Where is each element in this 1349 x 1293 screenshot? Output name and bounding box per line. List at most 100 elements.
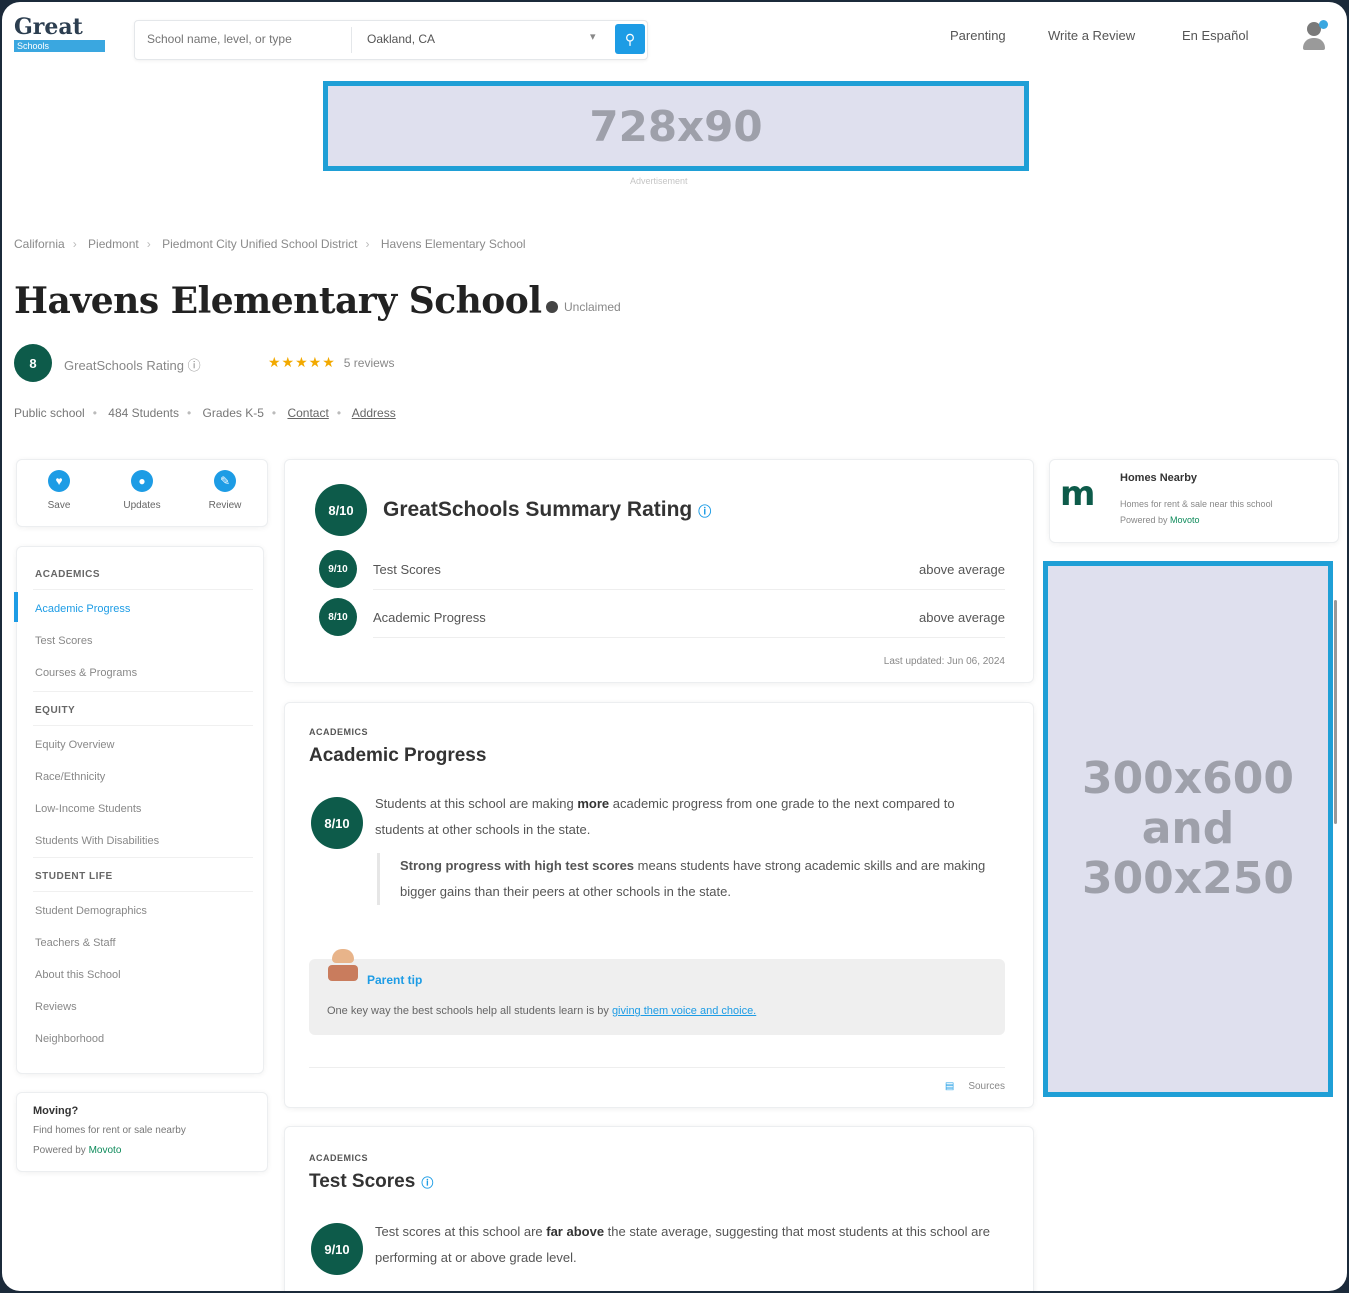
academic-progress-card: ACADEMICS Academic Progress 8/10 Student…	[284, 702, 1034, 1108]
logo-text: Great	[14, 14, 83, 40]
info-icon[interactable]: ⓘ	[421, 1176, 433, 1190]
parent-tip-label: Parent tip	[367, 973, 423, 987]
updates-button[interactable]: ● Updates	[112, 470, 172, 511]
save-button[interactable]: ♥ Save	[29, 470, 89, 511]
ad-banner-side[interactable]: 300x600 and 300x250	[1043, 561, 1333, 1097]
academic-description: Students at this school are making more …	[375, 796, 955, 837]
movoto-logo-icon: m	[1060, 474, 1095, 514]
fact-students: 484 Students	[108, 406, 179, 420]
heart-icon: ♥	[48, 470, 70, 492]
page-title: Havens Elementary School	[14, 280, 542, 322]
search-icon: ⚲	[624, 30, 636, 47]
star-rating[interactable]: ★★★★★ 5 reviews	[268, 354, 394, 371]
quick-actions-card: ♥ Save ● Updates ✎ Review	[16, 459, 268, 527]
test-scores-card: ACADEMICS Test Scores ⓘ 9/10 Test scores …	[284, 1126, 1034, 1291]
claim-status[interactable]: Unclaimed	[546, 300, 621, 314]
section-caption: ACADEMICS	[309, 1153, 369, 1163]
review-button[interactable]: ✎ Review	[195, 470, 255, 511]
moving-title: Moving?	[33, 1105, 79, 1117]
summary-row-label: Academic Progress	[373, 610, 486, 625]
academic-progress-badge: 8/10	[319, 598, 357, 636]
address-link[interactable]: Address	[352, 406, 396, 420]
ad-caption: Advertisement	[630, 176, 688, 186]
fact-grades: Grades K-5	[202, 406, 264, 420]
fact-type: Public school	[14, 406, 85, 420]
homes-nearby-card[interactable]: m Homes Nearby Homes for rent & sale nea…	[1049, 459, 1339, 543]
moving-card[interactable]: Moving? Find homes for rent or sale near…	[16, 1092, 268, 1172]
toc-item-low-income[interactable]: Low-Income Students	[35, 803, 141, 815]
breadcrumb: California › Piedmont › Piedmont City Unif…	[14, 237, 526, 251]
summary-row-test-scores[interactable]: 9/10 Test Scores above average	[315, 550, 1005, 590]
info-icon[interactable]: ⓘ	[698, 504, 711, 519]
toc-item-equity-overview[interactable]: Equity Overview	[35, 739, 114, 751]
contact-link[interactable]: Contact	[287, 406, 328, 420]
summary-title: GreatSchools Summary Rating ⓘ	[383, 498, 712, 521]
table-of-contents: ACADEMICS Academic Progress Test Scores …	[16, 546, 264, 1074]
test-scores-description: Test scores at this school are far above…	[375, 1224, 990, 1265]
toc-item-courses[interactable]: Courses & Programs	[35, 667, 137, 679]
toc-item-disabilities[interactable]: Students With Disabilities	[35, 835, 159, 847]
search-button[interactable]: ⚲	[615, 24, 645, 54]
toc-item-race[interactable]: Race/Ethnicity	[35, 771, 105, 783]
review-count: 5 reviews	[343, 356, 395, 370]
homes-nearby-title: Homes Nearby	[1120, 472, 1198, 484]
parent-tip-link[interactable]: giving them voice and choice.	[612, 1005, 756, 1017]
logo-subtext: Schools	[14, 40, 105, 52]
pencil-icon: ✎	[214, 470, 236, 492]
academic-badge: 8/10	[311, 797, 363, 849]
summary-row-value: above average	[918, 562, 1005, 577]
location-input[interactable]	[365, 31, 589, 47]
school-facts: Public school • 484 Students • Grades K-5 •…	[14, 406, 396, 420]
parent-tip: Parent tip One key way the best schools …	[309, 959, 1005, 1035]
rating-badge: 8	[14, 344, 52, 382]
test-scores-badge: 9/10	[319, 550, 357, 588]
test-scores-badge: 9/10	[311, 1223, 363, 1275]
ad-banner-top[interactable]: 728x90	[323, 81, 1029, 171]
movoto-link[interactable]: Movoto	[1170, 515, 1200, 525]
summary-rating-badge: 8/10	[315, 484, 367, 536]
parent-tip-text: One key way the best schools help all st…	[327, 1005, 757, 1017]
search-divider	[351, 27, 352, 53]
section-caption: ACADEMICS	[309, 727, 369, 737]
toc-item-test-scores[interactable]: Test Scores	[35, 635, 92, 647]
toc-item-demographics[interactable]: Student Demographics	[35, 905, 147, 917]
toc-head-equity: EQUITY	[35, 705, 76, 716]
breadcrumb-district[interactable]: Piedmont City Unified School District	[162, 237, 357, 251]
toc-item-about[interactable]: About this School	[35, 969, 121, 981]
sources-button[interactable]: ▤ Sources	[945, 1081, 1005, 1092]
greatschools-logo[interactable]: Great Schools	[14, 16, 106, 56]
user-avatar-icon[interactable]	[1300, 18, 1328, 52]
summary-row-value: above average	[918, 610, 1005, 625]
nav-espanol[interactable]: En Español	[1182, 28, 1249, 43]
document-icon: ▤	[944, 1081, 955, 1092]
chevron-down-icon[interactable]: ▾	[590, 30, 596, 43]
summary-row-academic-progress[interactable]: 8/10 Academic Progress above average	[315, 598, 1005, 638]
breadcrumb-school: Havens Elementary School	[380, 237, 526, 251]
breadcrumb-state[interactable]: California	[14, 237, 65, 251]
summary-rating-card: 8/10 GreatSchools Summary Rating ⓘ 9/10 T…	[284, 459, 1034, 683]
toc-item-academic-progress[interactable]: Academic Progress	[35, 603, 130, 615]
toc-active-indicator	[14, 592, 18, 622]
school-search-input[interactable]	[145, 31, 339, 47]
toc-item-neighborhood[interactable]: Neighborhood	[35, 1033, 104, 1045]
search-box: ▾ ⚲	[134, 20, 648, 60]
toc-item-reviews[interactable]: Reviews	[35, 1001, 77, 1013]
section-title: Academic Progress	[309, 745, 487, 766]
nav-write-review[interactable]: Write a Review	[1048, 28, 1135, 43]
breadcrumb-city[interactable]: Piedmont	[88, 237, 139, 251]
toc-item-teachers[interactable]: Teachers & Staff	[35, 937, 116, 949]
page-frame: Great Schools ▾ ⚲ Parenting Write a Revi…	[2, 2, 1347, 1291]
toc-head-academics: ACADEMICS	[35, 569, 101, 580]
parent-tip-icon	[325, 949, 361, 983]
moving-text: Find homes for rent or sale nearby	[33, 1125, 186, 1136]
section-title: Test Scores ⓘ	[309, 1171, 434, 1192]
nav-parenting[interactable]: Parenting	[950, 28, 1006, 43]
toc-head-student-life: STUDENT LIFE	[35, 871, 113, 882]
rating-label[interactable]: GreatSchools Rating ⓘ	[64, 355, 201, 374]
bell-icon: ●	[131, 470, 153, 492]
academic-quote: Strong progress with high test scores me…	[377, 853, 1020, 905]
lock-icon	[546, 301, 558, 313]
last-updated: Last updated: Jun 06, 2024	[883, 656, 1005, 667]
scrollbar[interactable]	[1334, 600, 1337, 824]
movoto-link[interactable]: Movoto	[89, 1145, 122, 1156]
